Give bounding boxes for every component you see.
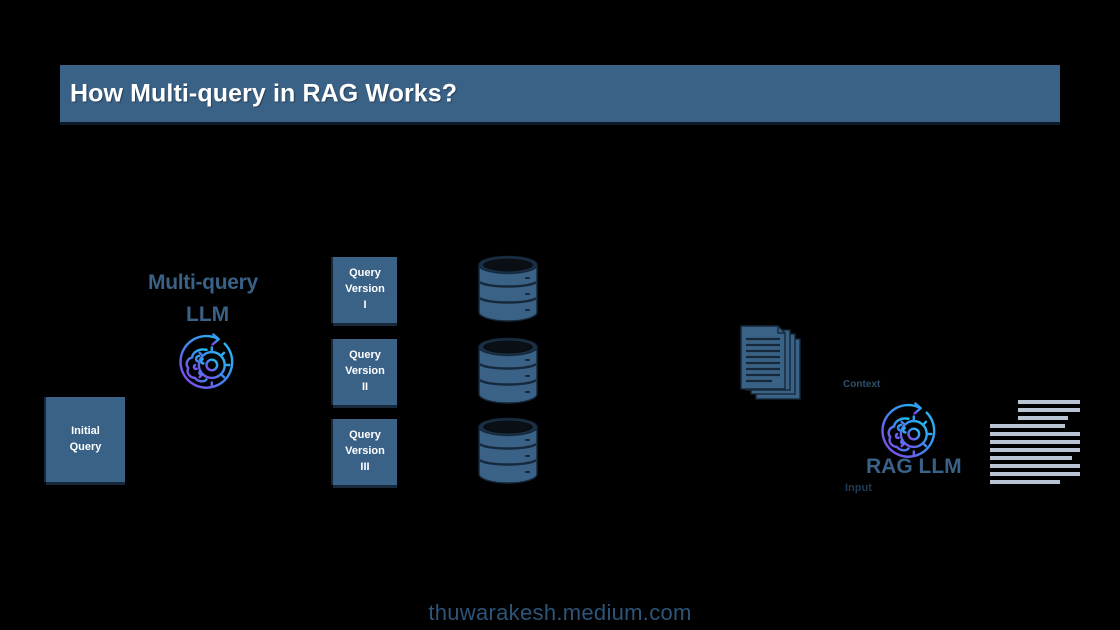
input-label: Input	[845, 482, 872, 494]
output-line	[990, 480, 1060, 484]
qv2-line3: II	[361, 380, 369, 393]
output-line	[990, 424, 1065, 428]
output-line	[990, 472, 1080, 476]
diagram-canvas: How Multi-query in RAG Works? Initial Qu…	[0, 0, 1120, 630]
initial-query-line1: Initial	[71, 424, 100, 437]
output-line	[1018, 408, 1080, 412]
qv2-line2: Version	[345, 365, 385, 378]
query-version-2-label: Query Version II	[345, 348, 385, 396]
rag-llm-label: RAG LLM	[866, 455, 962, 478]
qv1-line3: I	[363, 298, 367, 311]
output-text-lines	[990, 400, 1080, 484]
multiquery-llm-label-line2: LLM	[186, 303, 230, 326]
initial-query-label: Initial Query	[70, 424, 102, 456]
initial-query-node: Initial Query	[46, 397, 125, 482]
qv3-line1: Query	[349, 429, 381, 442]
qv1-line1: Query	[349, 267, 381, 280]
title-bar: How Multi-query in RAG Works?	[60, 65, 1060, 122]
initial-query-line2: Query	[69, 440, 102, 453]
output-line	[990, 448, 1080, 452]
database-cylinder-icon	[477, 417, 539, 484]
query-version-1-label: Query Version I	[345, 266, 385, 314]
output-line	[990, 464, 1080, 468]
output-line	[990, 456, 1072, 460]
brain-gear-refresh-icon	[170, 327, 246, 403]
page-title: How Multi-query in RAG Works?	[70, 79, 458, 107]
watermark: thuwarakesh.medium.com	[428, 600, 692, 625]
output-line	[1018, 400, 1080, 404]
qv3-line3: III	[360, 460, 370, 473]
database-cylinder-icon	[477, 337, 539, 404]
qv2-line1: Query	[349, 349, 381, 362]
database-cylinder-icon	[477, 255, 539, 322]
query-version-3-node: Query Version III	[333, 419, 397, 485]
query-version-1-node: Query Version I	[333, 257, 397, 323]
query-version-3-label: Query Version III	[345, 428, 385, 476]
output-line	[990, 432, 1080, 436]
context-label: Context	[843, 379, 881, 390]
qv3-line2: Version	[345, 445, 385, 458]
output-line	[1018, 416, 1068, 420]
document-stack-icon	[740, 325, 804, 410]
output-line	[990, 440, 1080, 444]
qv1-line2: Version	[345, 283, 385, 296]
query-version-2-node: Query Version II	[333, 339, 397, 405]
multiquery-llm-label-line1: Multi-query	[148, 271, 258, 294]
